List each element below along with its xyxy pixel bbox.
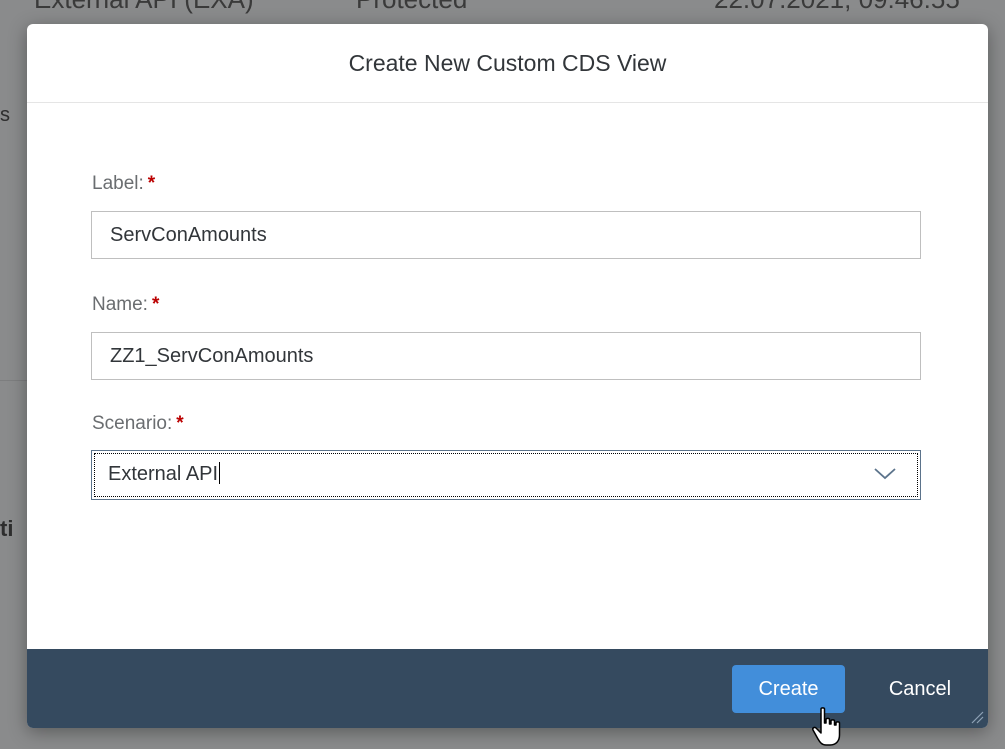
required-marker: * bbox=[147, 173, 156, 194]
background-side-fragment: ti bbox=[0, 516, 14, 541]
scenario-value-text: External API bbox=[108, 463, 219, 485]
label-field-label: Label: * bbox=[92, 173, 155, 195]
chevron-down-icon[interactable] bbox=[872, 463, 898, 483]
background-divider bbox=[0, 380, 28, 381]
scenario-field-label: Scenario: * bbox=[92, 413, 184, 435]
resize-grip-icon[interactable] bbox=[970, 710, 984, 724]
scenario-select[interactable]: External API bbox=[91, 450, 921, 500]
background-row-col1: External API (EXA) bbox=[34, 0, 254, 15]
dialog-title: Create New Custom CDS View bbox=[348, 50, 667, 76]
name-input[interactable]: ZZ1_ServConAmounts bbox=[91, 332, 921, 380]
name-field-label-text: Name: bbox=[92, 294, 148, 315]
dialog-header: Create New Custom CDS View bbox=[27, 24, 988, 103]
background-row-col2: Protected bbox=[356, 0, 467, 15]
scenario-select-value: External API bbox=[108, 462, 221, 486]
required-marker: * bbox=[151, 294, 160, 315]
name-field-label: Name: * bbox=[92, 294, 159, 316]
cancel-button[interactable]: Cancel bbox=[865, 665, 975, 713]
hand-pointer-cursor-icon bbox=[812, 707, 841, 746]
text-caret bbox=[219, 462, 221, 484]
background-side-dot: s bbox=[0, 104, 10, 126]
required-marker: * bbox=[176, 413, 184, 434]
create-cds-view-dialog: Create New Custom CDS View Label: * ServC… bbox=[27, 24, 988, 728]
background-row-col3: 22.07.2021, 09:46:55 bbox=[714, 0, 960, 15]
label-input[interactable]: ServConAmounts bbox=[91, 211, 921, 259]
scenario-field-label-text: Scenario: bbox=[92, 413, 173, 434]
label-field-label-text: Label: bbox=[92, 173, 144, 194]
